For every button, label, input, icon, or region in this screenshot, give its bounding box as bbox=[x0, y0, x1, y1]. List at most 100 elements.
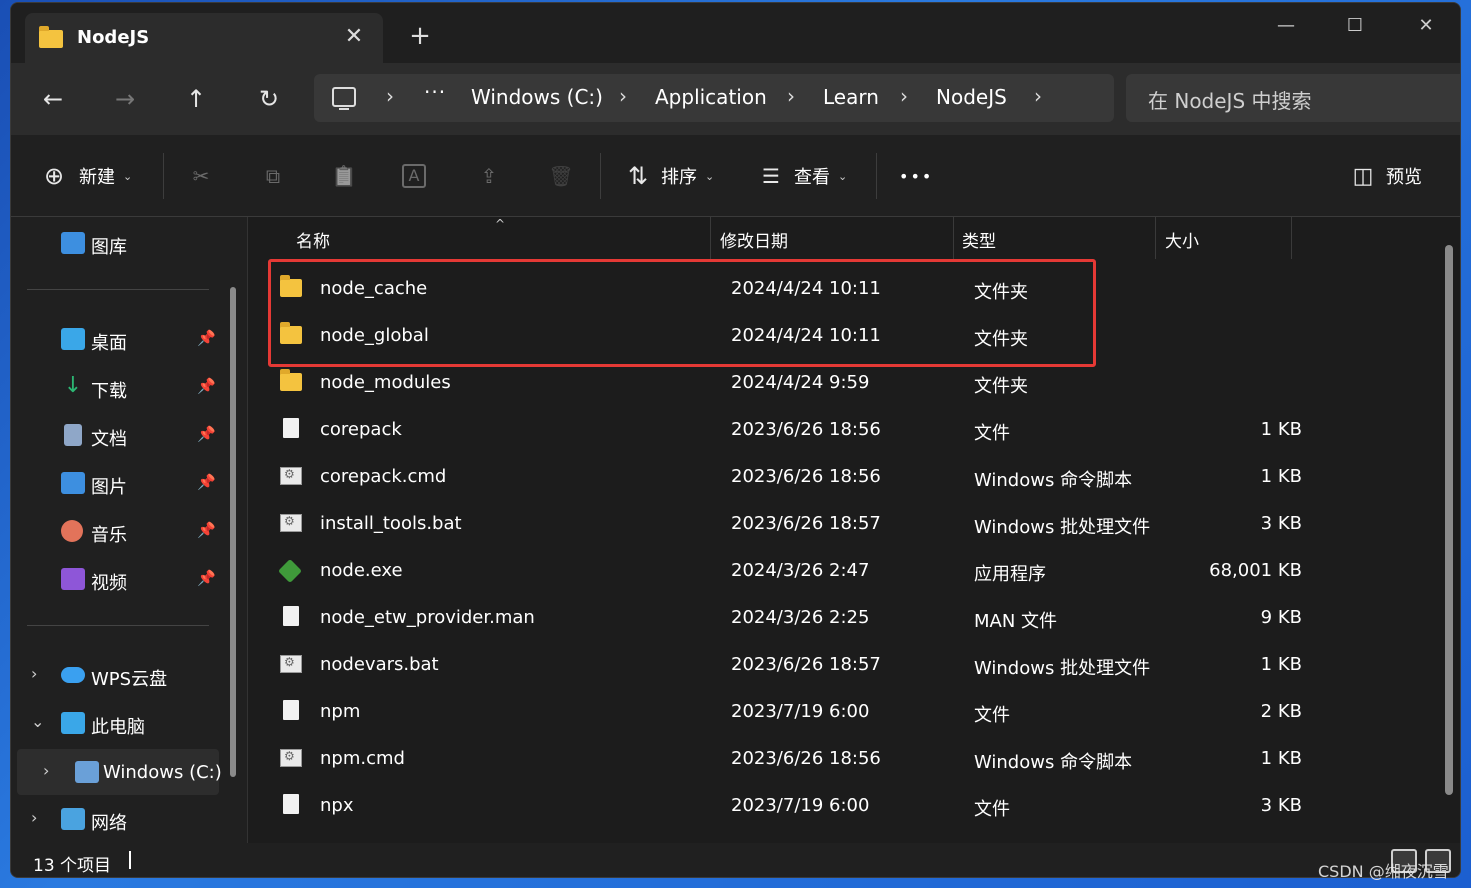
chevron-right-icon[interactable]: › bbox=[31, 664, 37, 683]
file-size: 1 KB bbox=[1260, 419, 1302, 440]
tab-nodejs[interactable]: NodeJS ✕ bbox=[25, 13, 383, 63]
more-options-button[interactable]: ••• bbox=[899, 159, 933, 193]
file-size: 3 KB bbox=[1260, 795, 1302, 816]
column-header-modified[interactable]: 修改日期 bbox=[720, 227, 788, 263]
column-divider[interactable] bbox=[1291, 217, 1292, 259]
file-row[interactable]: npx 2023/7/19 6:00 文件 3 KB bbox=[268, 782, 1318, 829]
documents-icon bbox=[64, 424, 82, 446]
column-header-type[interactable]: 类型 bbox=[962, 227, 996, 263]
maximize-button[interactable]: ☐ bbox=[1332, 11, 1378, 41]
column-divider[interactable] bbox=[1155, 217, 1156, 259]
sidebar-item-downloads[interactable]: ↓ 下载 📌 bbox=[11, 367, 229, 407]
chevron-right-icon[interactable]: › bbox=[386, 84, 394, 108]
column-divider[interactable] bbox=[953, 217, 954, 259]
sidebar-item-pictures[interactable]: 图片 📌 bbox=[11, 463, 229, 503]
rename-icon: A bbox=[402, 164, 426, 188]
back-button[interactable]: ← bbox=[35, 81, 71, 117]
more-breadcrumbs-button[interactable]: ··· bbox=[424, 80, 446, 104]
sidebar-divider bbox=[27, 625, 209, 626]
breadcrumb-nodejs[interactable]: NodeJS bbox=[936, 85, 1007, 109]
chevron-down-icon[interactable]: ⌄ bbox=[31, 712, 44, 731]
computer-icon[interactable] bbox=[332, 87, 356, 110]
sidebar-item-this-pc[interactable]: ⌄ 此电脑 bbox=[11, 703, 229, 743]
file-row[interactable]: install_tools.bat 2023/6/26 18:57 Windows … bbox=[268, 500, 1318, 547]
rename-button[interactable]: A bbox=[402, 159, 426, 193]
preview-pane-button[interactable]: ◫ 预览 bbox=[1348, 159, 1422, 193]
breadcrumb-application[interactable]: Application bbox=[655, 85, 767, 109]
file-row[interactable]: npm.cmd 2023/6/26 18:56 Windows 命令脚本 1 KB bbox=[268, 735, 1318, 782]
cut-button[interactable]: ✂ bbox=[186, 159, 216, 193]
copy-button[interactable]: ⧉ bbox=[258, 159, 288, 193]
file-row[interactable]: corepack.cmd 2023/6/26 18:56 Windows 命令脚本 1… bbox=[268, 453, 1318, 500]
new-tab-button[interactable]: + bbox=[405, 21, 435, 51]
file-row[interactable]: corepack 2023/6/26 18:56 文件 1 KB bbox=[268, 406, 1318, 453]
sort-button[interactable]: ⇅ 排序 ⌄ bbox=[623, 159, 714, 193]
up-button[interactable]: ↑ bbox=[178, 81, 214, 117]
sidebar-item-label: 此电脑 bbox=[91, 717, 145, 738]
pin-icon[interactable]: 📌 bbox=[197, 377, 216, 395]
preview-label: 预览 bbox=[1386, 167, 1422, 188]
address-bar[interactable]: › ··· Windows (C:) › Application › Learn… bbox=[314, 74, 1114, 122]
file-name: corepack bbox=[320, 419, 402, 440]
breadcrumb-drive[interactable]: Windows (C:) bbox=[471, 85, 603, 109]
sidebar-item-gallery[interactable]: 图库 bbox=[11, 223, 229, 263]
sidebar-item-label: 文档 bbox=[91, 429, 127, 450]
chevron-right-icon[interactable]: › bbox=[900, 84, 908, 108]
chevron-right-icon[interactable]: › bbox=[1034, 84, 1042, 108]
minimize-button[interactable]: — bbox=[1263, 11, 1309, 41]
sidebar-item-wps-cloud[interactable]: › WPS云盘 bbox=[11, 655, 229, 695]
new-button[interactable]: ⊕ 新建 ⌄ bbox=[39, 159, 132, 193]
sidebar-item-music[interactable]: 音乐 📌 bbox=[11, 511, 229, 551]
chevron-right-icon[interactable]: › bbox=[43, 761, 49, 780]
file-row[interactable]: npm 2023/7/19 6:00 文件 2 KB bbox=[268, 688, 1318, 735]
column-header-name[interactable]: 名称 bbox=[296, 227, 330, 263]
pin-icon[interactable]: 📌 bbox=[197, 569, 216, 587]
file-name: nodevars.bat bbox=[320, 654, 439, 675]
forward-button[interactable]: → bbox=[107, 81, 143, 117]
sidebar-item-network[interactable]: › 网络 bbox=[11, 799, 229, 839]
file-list-scrollbar[interactable] bbox=[1445, 245, 1453, 795]
view-label: 查看 bbox=[794, 167, 830, 188]
sidebar-item-desktop[interactable]: 桌面 📌 bbox=[11, 319, 229, 359]
column-divider[interactable] bbox=[710, 217, 711, 259]
toolbar-divider bbox=[600, 153, 601, 199]
chevron-right-icon[interactable]: › bbox=[787, 84, 795, 108]
chevron-right-icon[interactable]: › bbox=[31, 808, 37, 827]
toolbar-divider bbox=[876, 153, 877, 199]
preview-pane-icon: ◫ bbox=[1352, 163, 1374, 189]
sidebar-item-drive-c[interactable]: › Windows (C:) bbox=[17, 749, 222, 795]
sidebar-item-label: 视频 bbox=[91, 573, 127, 594]
pin-icon[interactable]: 📌 bbox=[197, 329, 216, 347]
sidebar-scrollbar[interactable] bbox=[230, 287, 236, 777]
file-row[interactable]: node_etw_provider.man 2024/3/26 2:25 MAN 文… bbox=[268, 594, 1318, 641]
file-modified-date: 2024/3/26 2:47 bbox=[731, 560, 870, 581]
pin-icon[interactable]: 📌 bbox=[197, 521, 216, 539]
share-button[interactable]: ⇪ bbox=[474, 159, 504, 193]
search-box[interactable]: 在 NodeJS 中搜索 bbox=[1126, 74, 1460, 122]
sidebar-item-label: Windows (C:) bbox=[103, 762, 222, 783]
refresh-button[interactable]: ↻ bbox=[251, 81, 287, 117]
chevron-right-icon[interactable]: › bbox=[619, 84, 627, 108]
pin-icon[interactable]: 📌 bbox=[197, 425, 216, 443]
file-modified-date: 2023/6/26 18:57 bbox=[731, 513, 881, 534]
network-icon bbox=[61, 808, 85, 830]
file-type: 应用程序 bbox=[974, 564, 1046, 585]
file-type: Windows 命令脚本 bbox=[974, 470, 1133, 491]
download-icon: ↓ bbox=[63, 373, 83, 398]
sidebar-item-documents[interactable]: 文档 📌 bbox=[11, 415, 229, 455]
file-row[interactable]: node.exe 2024/3/26 2:47 应用程序 68,001 KB bbox=[268, 547, 1318, 594]
pin-icon[interactable]: 📌 bbox=[197, 473, 216, 491]
breadcrumb-learn[interactable]: Learn bbox=[823, 85, 879, 109]
paste-button[interactable]: 📋 bbox=[329, 159, 359, 193]
file-row[interactable]: nodevars.bat 2023/6/26 18:57 Windows 批处理文件… bbox=[268, 641, 1318, 688]
file-name: corepack.cmd bbox=[320, 466, 447, 487]
view-button[interactable]: ☰ 查看 ⌄ bbox=[756, 159, 847, 193]
close-tab-icon[interactable]: ✕ bbox=[341, 24, 367, 49]
close-window-button[interactable]: ✕ bbox=[1403, 11, 1449, 41]
sidebar-item-videos[interactable]: 视频 📌 bbox=[11, 559, 229, 599]
column-header-size[interactable]: 大小 bbox=[1165, 227, 1199, 263]
clipboard-icon: 📋 bbox=[331, 164, 357, 188]
videos-icon bbox=[61, 568, 85, 590]
file-name: node_etw_provider.man bbox=[320, 607, 535, 628]
delete-button[interactable]: 🗑 bbox=[546, 159, 576, 193]
